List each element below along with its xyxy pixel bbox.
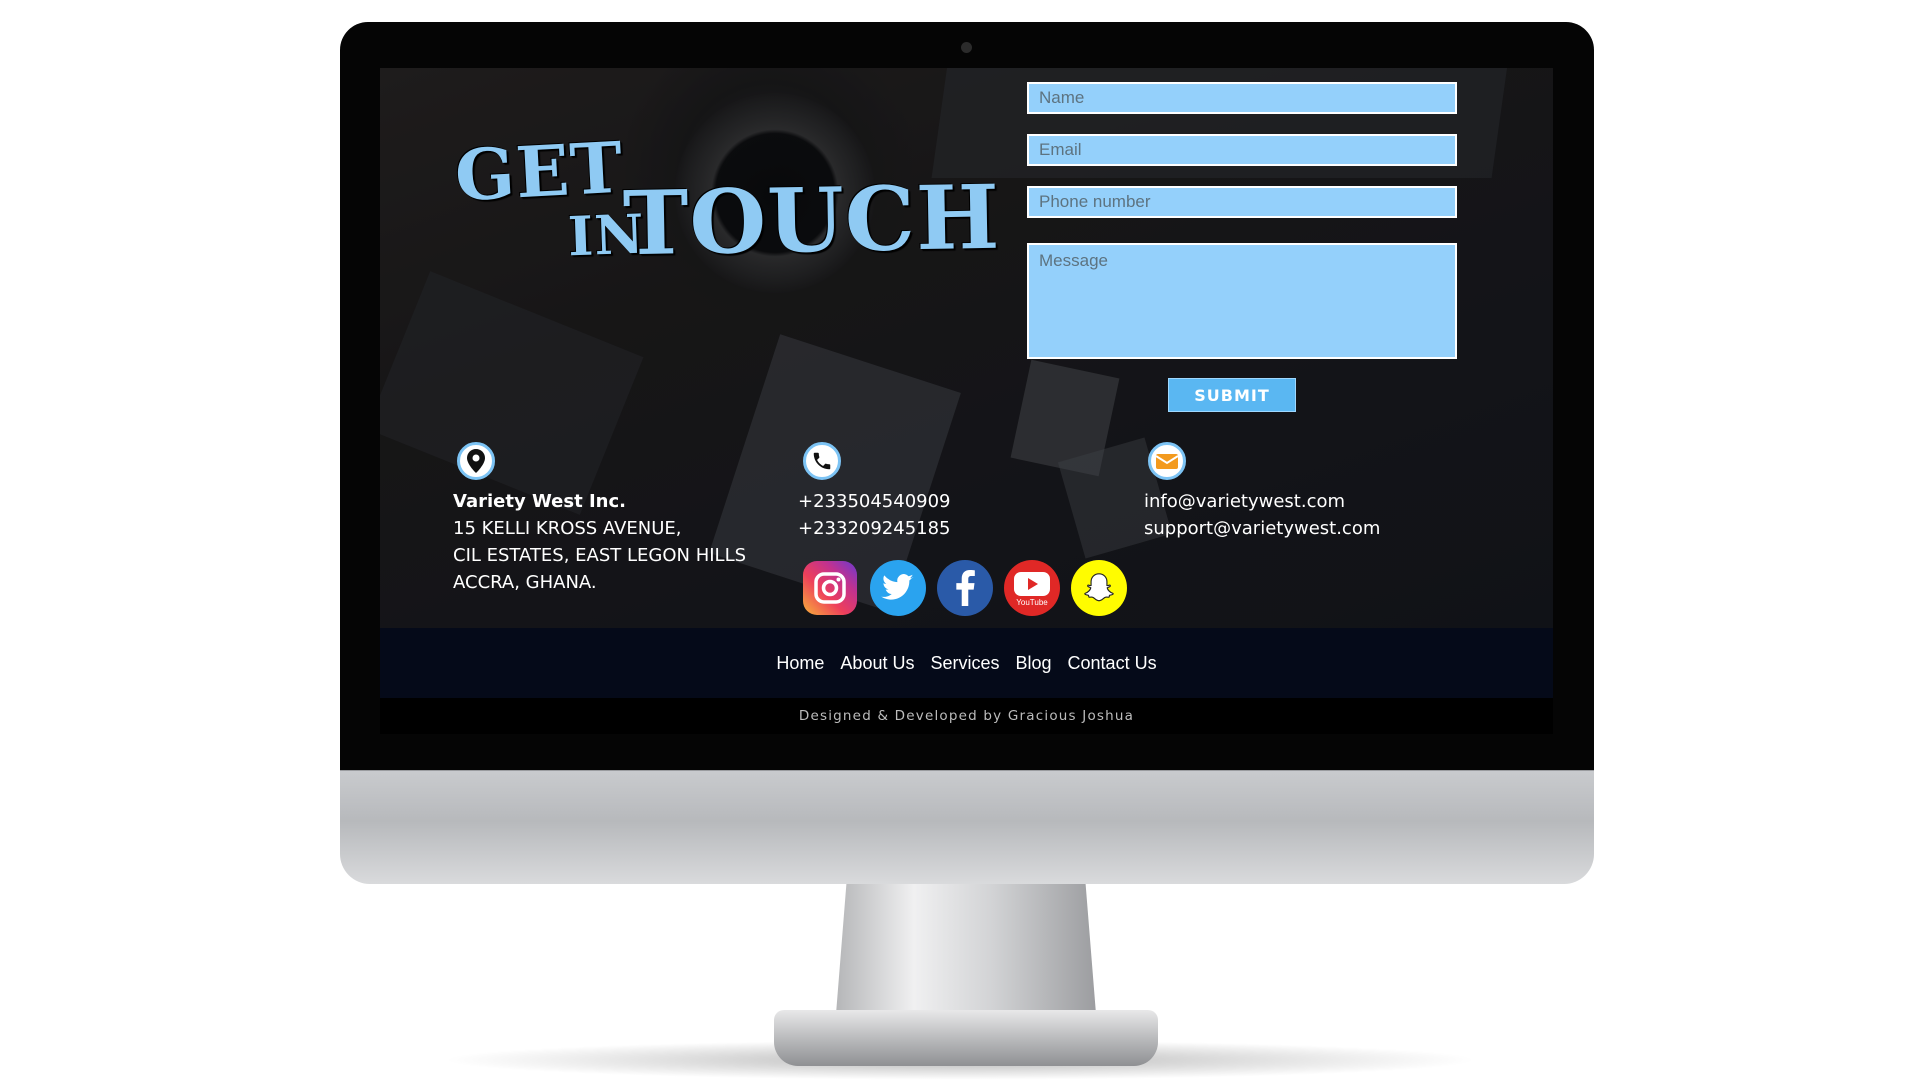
nav-contact-us[interactable]: Contact Us xyxy=(1068,653,1157,674)
company-name: Variety West Inc. xyxy=(453,491,626,512)
phone-number[interactable]: +233209245185 xyxy=(798,515,951,542)
name-input[interactable] xyxy=(1027,82,1457,114)
monitor-chin xyxy=(340,770,1594,884)
website-screen: GET IN TOUCH SUBMIT Variety West Inc. 15… xyxy=(380,68,1553,734)
instagram-icon[interactable] xyxy=(803,561,857,615)
phone-block: +233504540909 +233209245185 xyxy=(798,488,951,542)
location-pin-icon xyxy=(457,442,495,480)
monitor-stand-base xyxy=(774,1010,1158,1066)
nav-about-us[interactable]: About Us xyxy=(840,653,914,674)
nav-home[interactable]: Home xyxy=(776,653,824,674)
youtube-icon[interactable]: YouTube xyxy=(1004,560,1060,616)
youtube-icon-label: YouTube xyxy=(1016,598,1048,607)
address-block: Variety West Inc. 15 KELLI KROSS AVENUE,… xyxy=(453,488,746,596)
phone-icon xyxy=(803,442,841,480)
footer-nav: Home About Us Services Blog Contact Us xyxy=(380,628,1553,698)
address-line: 15 KELLI KROSS AVENUE, xyxy=(453,518,682,539)
camera-dot xyxy=(961,42,972,53)
heading-touch: TOUCH xyxy=(622,164,1001,276)
envelope-icon xyxy=(1148,442,1186,480)
contact-hero: GET IN TOUCH SUBMIT Variety West Inc. 15… xyxy=(380,68,1553,628)
phone-input[interactable] xyxy=(1027,186,1457,218)
facebook-icon[interactable] xyxy=(937,560,993,616)
email-block: info@varietywest.com support@varietywest… xyxy=(1144,488,1380,542)
monitor-stand-neck xyxy=(836,884,1096,1014)
nav-blog[interactable]: Blog xyxy=(1016,653,1052,674)
snapchat-icon[interactable] xyxy=(1071,560,1127,616)
footer-credit: Designed & Developed by Gracious Joshua xyxy=(380,698,1553,734)
twitter-icon[interactable] xyxy=(870,560,926,616)
email-input[interactable] xyxy=(1027,134,1457,166)
phone-number[interactable]: +233504540909 xyxy=(798,488,951,515)
address-line: CIL ESTATES, EAST LEGON HILLS xyxy=(453,545,747,566)
submit-button[interactable]: SUBMIT xyxy=(1168,378,1296,412)
email-link[interactable]: support@varietywest.com xyxy=(1144,515,1380,542)
nav-services[interactable]: Services xyxy=(930,653,999,674)
address-line: ACCRA, GHANA. xyxy=(453,572,597,593)
message-textarea[interactable] xyxy=(1027,243,1457,359)
email-link[interactable]: info@varietywest.com xyxy=(1144,488,1380,515)
get-in-touch-heading: GET IN TOUCH xyxy=(380,68,1001,368)
